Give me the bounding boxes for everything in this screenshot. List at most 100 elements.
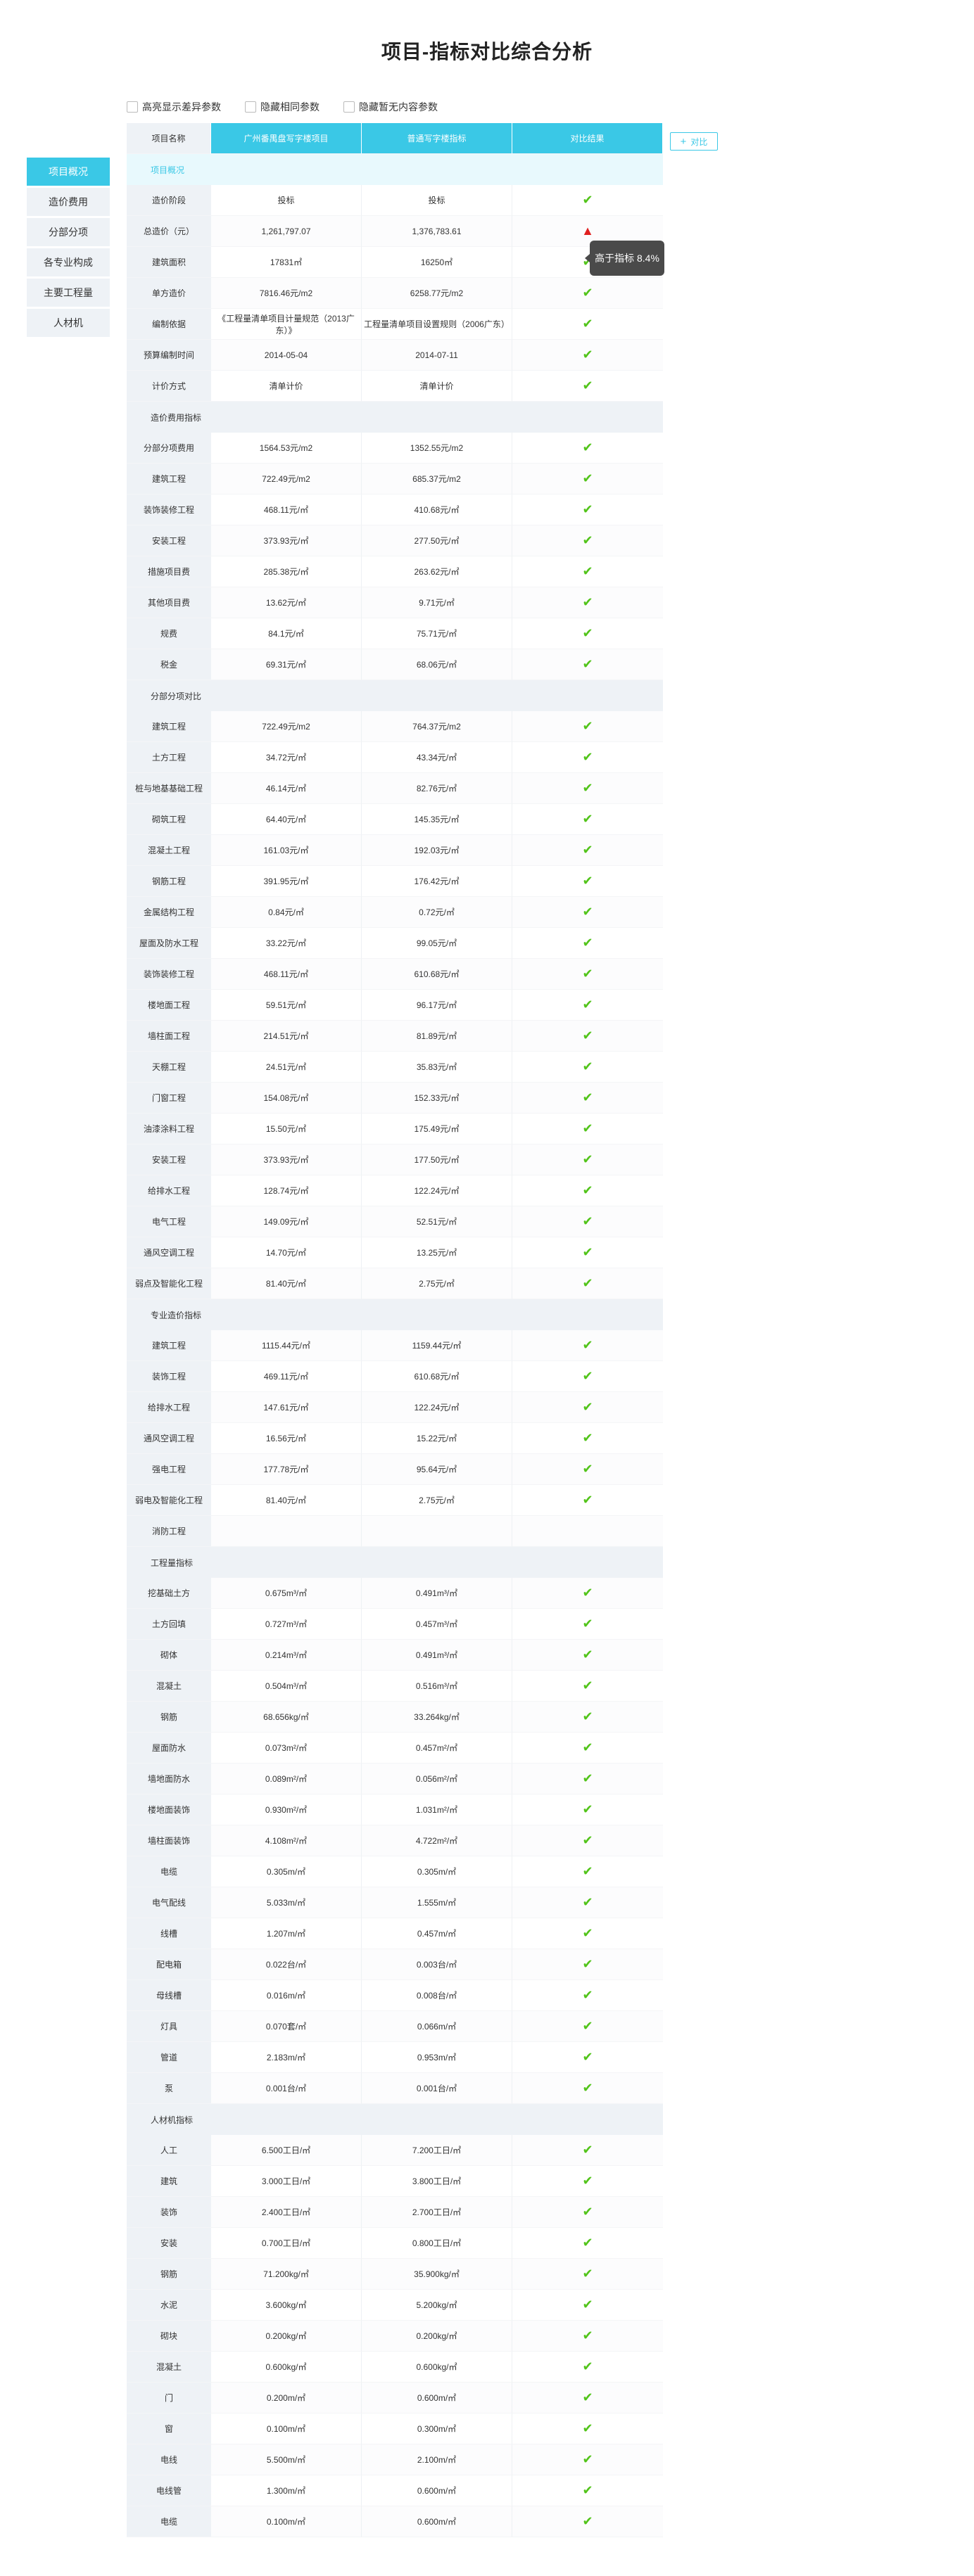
benchmark-value: 1159.44元/㎡	[362, 1330, 512, 1361]
check-icon: ✔	[582, 286, 593, 300]
table-row: 其他项目费 13.62元/㎡ 9.71元/㎡ ✔	[127, 587, 663, 618]
plus-icon: +	[680, 135, 687, 148]
check-icon: ✔	[582, 533, 593, 547]
sidebar-item-quantity[interactable]: 主要工程量	[27, 279, 110, 307]
table-row: 建筑工程 722.49元/m2 764.37元/m2 ✔	[127, 711, 663, 742]
table-row: 装饰 2.400工日/㎡ 2.700工日/㎡ ✔	[127, 2197, 663, 2228]
project-value: 391.95元/㎡	[211, 866, 362, 897]
benchmark-value: 99.05元/㎡	[362, 928, 512, 959]
result-cell: ✔	[512, 2506, 663, 2537]
project-value: 0.600kg/㎡	[211, 2352, 362, 2383]
result-cell: ✔	[512, 928, 663, 959]
result-cell: ✔	[512, 1454, 663, 1485]
result-tooltip: 高于指标 8.4%	[585, 241, 664, 276]
check-icon: ✔	[582, 1462, 593, 1476]
project-value: 15.50元/㎡	[211, 1114, 362, 1144]
sidebar-item-division[interactable]: 分部分项	[27, 218, 110, 246]
row-label: 装饰工程	[127, 1361, 211, 1392]
compare-button-label: 对比	[690, 136, 708, 147]
row-label: 总造价（元）	[127, 216, 211, 247]
project-value: 33.22元/㎡	[211, 928, 362, 959]
benchmark-value: 0.516m³/㎡	[362, 1671, 512, 1702]
project-value: 2.400工日/㎡	[211, 2197, 362, 2228]
table-row: 通风空调工程 16.56元/㎡ 15.22元/㎡ ✔	[127, 1423, 663, 1454]
row-label: 电线管	[127, 2475, 211, 2506]
project-value: 0.675m³/㎡	[211, 1578, 362, 1609]
result-cell: ✔	[512, 1114, 663, 1144]
option-highlight-diff[interactable]: 高亮显示差异参数	[127, 100, 221, 114]
check-icon: ✔	[582, 1276, 593, 1290]
check-icon: ✔	[582, 874, 593, 888]
result-cell: ✔	[512, 773, 663, 804]
sidebar-item-cost[interactable]: 造价费用	[27, 188, 110, 216]
result-cell: ✔	[512, 1825, 663, 1856]
row-label: 水泥	[127, 2290, 211, 2321]
project-value: 4.108m²/㎡	[211, 1825, 362, 1856]
table-row: 电气工程 149.09元/㎡ 52.51元/㎡ ✔	[127, 1206, 663, 1237]
sidebar-item-discipline[interactable]: 各专业构成	[27, 248, 110, 276]
row-label: 钢筋	[127, 1702, 211, 1733]
result-cell: ✔	[512, 1144, 663, 1175]
result-cell: ✔	[512, 1485, 663, 1516]
sidebar-item-resources[interactable]: 人材机	[27, 309, 110, 337]
project-value: 69.31元/㎡	[211, 649, 362, 680]
project-value: 0.016m/㎡	[211, 1980, 362, 2011]
warning-icon[interactable]: ▲	[581, 224, 594, 238]
project-value: 34.72元/㎡	[211, 742, 362, 773]
check-icon: ✔	[582, 2019, 593, 2033]
result-cell: ✔	[512, 1175, 663, 1206]
result-cell: ✔	[512, 1918, 663, 1949]
project-value: 0.700工日/㎡	[211, 2228, 362, 2259]
check-icon: ✔	[582, 1895, 593, 1909]
table-row: 税金 69.31元/㎡ 68.06元/㎡ ✔	[127, 649, 663, 680]
row-label: 混凝土	[127, 2352, 211, 2383]
table-row: 电气配线 5.033m/㎡ 1.555m/㎡ ✔	[127, 1887, 663, 1918]
result-cell: ✔	[512, 2011, 663, 2042]
row-label: 强电工程	[127, 1454, 211, 1485]
row-label: 人工	[127, 2135, 211, 2166]
row-label: 造价阶段	[127, 185, 211, 216]
row-label: 灯具	[127, 2011, 211, 2042]
check-icon: ✔	[582, 1957, 593, 1971]
check-icon: ✔	[582, 1988, 593, 2002]
table-row: 电线 5.500m/㎡ 2.100m/㎡ ✔	[127, 2444, 663, 2475]
checkbox-icon[interactable]	[245, 101, 256, 113]
option-hide-same[interactable]: 隐藏相同参数	[245, 100, 320, 114]
check-icon: ✔	[582, 1586, 593, 1600]
table-row: 金属结构工程 0.84元/㎡ 0.72元/㎡ ✔	[127, 897, 663, 928]
option-hide-empty[interactable]: 隐藏暂无内容参数	[343, 100, 438, 114]
project-value: 1.300m/㎡	[211, 2475, 362, 2506]
project-value: 投标	[211, 185, 362, 216]
benchmark-value: 工程量清单项目设置规则（2006广东）	[362, 309, 512, 340]
check-icon: ✔	[582, 1771, 593, 1785]
checkbox-icon[interactable]	[343, 101, 355, 113]
benchmark-value: 0.200kg/㎡	[362, 2321, 512, 2352]
benchmark-value: 0.600m/㎡	[362, 2506, 512, 2537]
project-value: 46.14元/㎡	[211, 773, 362, 804]
table-row: 楼地面装饰 0.930m²/㎡ 1.031m²/㎡ ✔	[127, 1794, 663, 1825]
section-title: 工程量指标	[127, 1547, 663, 1578]
row-label: 金属结构工程	[127, 897, 211, 928]
check-icon: ✔	[582, 1059, 593, 1073]
result-cell: ✔	[512, 1640, 663, 1671]
section-title: 造价费用指标	[127, 402, 663, 433]
row-label: 电缆	[127, 1856, 211, 1887]
add-compare-button[interactable]: + 对比	[670, 132, 718, 151]
section-title: 分部分项对比	[127, 680, 663, 711]
checkbox-icon[interactable]	[127, 101, 138, 113]
project-value: 81.40元/㎡	[211, 1485, 362, 1516]
benchmark-value: 2.700工日/㎡	[362, 2197, 512, 2228]
result-cell: ✔	[512, 1733, 663, 1764]
check-icon: ✔	[582, 1245, 593, 1259]
benchmark-value: 263.62元/㎡	[362, 556, 512, 587]
project-value: 0.200kg/㎡	[211, 2321, 362, 2352]
table-row: 建筑工程 722.49元/m2 685.37元/m2 ✔	[127, 464, 663, 495]
result-cell: ✔	[512, 278, 663, 309]
row-label: 装饰	[127, 2197, 211, 2228]
check-icon: ✔	[582, 1678, 593, 1692]
project-value: 81.40元/㎡	[211, 1268, 362, 1299]
row-label: 母线槽	[127, 1980, 211, 2011]
sidebar-item-overview[interactable]: 项目概况	[27, 158, 110, 186]
project-value: 68.656kg/㎡	[211, 1702, 362, 1733]
result-cell: ✔	[512, 618, 663, 649]
